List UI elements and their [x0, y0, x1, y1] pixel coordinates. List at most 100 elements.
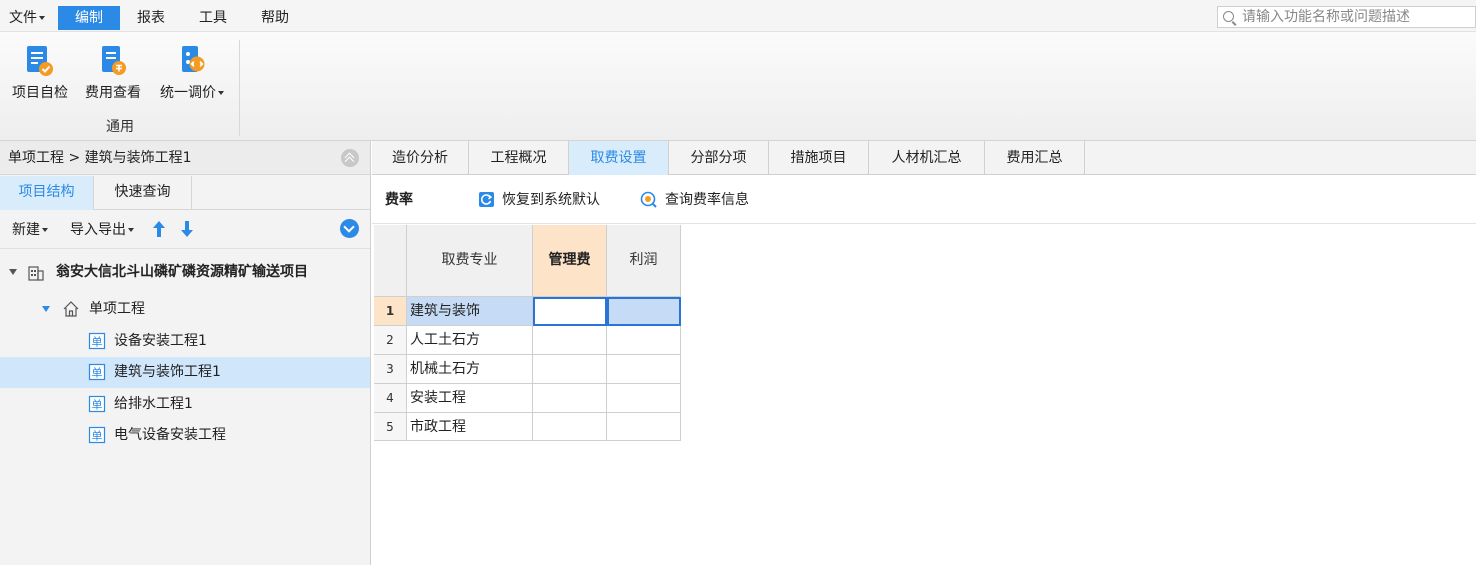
breadcrumb: 单项工程 > 建筑与装饰工程1: [0, 141, 370, 175]
row-number: 2: [374, 326, 407, 355]
search-icon: [1223, 11, 1234, 22]
menu-file[interactable]: 文件: [6, 6, 48, 30]
unit-label: 给排水工程1: [114, 396, 193, 412]
fee-view-icon: [102, 46, 126, 75]
col-header-specialty[interactable]: 取费专业: [407, 225, 533, 297]
row-number: 3: [374, 355, 407, 384]
tab-cost-summary[interactable]: 费用汇总: [985, 141, 1085, 175]
row-number: 4: [374, 384, 407, 413]
collapse-up-icon[interactable]: [341, 149, 359, 167]
import-export-label: 导入导出: [70, 222, 126, 238]
project-label: 翁安大信北斗山磷矿磷资源精矿输送项目: [56, 264, 308, 280]
row-number: 1: [374, 297, 407, 326]
menu-edit[interactable]: 编制: [58, 6, 120, 30]
table-cell-profit[interactable]: [607, 355, 681, 384]
unify-price-button[interactable]: 统一调价: [154, 44, 230, 108]
unit-project-icon: 单: [88, 363, 106, 381]
expand-icon[interactable]: [42, 306, 50, 312]
menu-file-label: 文件: [9, 10, 37, 26]
caret-down-icon: [39, 16, 45, 20]
tab-quick-query[interactable]: 快速查询: [94, 176, 192, 210]
unit-label: 电气设备安装工程: [114, 427, 226, 443]
tab-sub-items[interactable]: 分部分项: [669, 141, 769, 175]
move-down-icon[interactable]: [180, 220, 194, 238]
unit-project-icon: 单: [88, 395, 106, 413]
import-export-button[interactable]: 导入导出: [70, 221, 134, 239]
home-icon: [63, 301, 79, 317]
caret-down-icon: [128, 228, 134, 232]
restore-icon: [479, 192, 494, 207]
tab-fee-settings[interactable]: 取费设置: [569, 141, 669, 175]
tab-project-overview[interactable]: 工程概况: [469, 141, 569, 175]
svg-text:单: 单: [92, 399, 103, 412]
ribbon-group-label: 通用: [106, 119, 134, 135]
menu-report[interactable]: 报表: [130, 6, 172, 30]
query-rate-info-button[interactable]: 查询费率信息: [665, 190, 749, 210]
building-icon: [28, 266, 44, 281]
table-cell-management-fee[interactable]: [533, 297, 607, 326]
left-tabs: 项目结构 快速查询: [0, 176, 370, 210]
ribbon-group-divider: [239, 40, 240, 136]
search-input[interactable]: 请输入功能名称或问题描述: [1217, 6, 1476, 28]
unit-label: 设备安装工程1: [114, 333, 207, 349]
table-cell-specialty[interactable]: 安装工程: [407, 384, 533, 413]
query-icon: [640, 191, 657, 208]
move-up-icon[interactable]: [152, 220, 166, 238]
unit-project-icon: 单: [88, 426, 106, 444]
tree-unit-row[interactable]: 单 设备安装工程1: [0, 326, 370, 357]
table-cell-profit[interactable]: [607, 413, 681, 441]
table-cell-specialty[interactable]: 机械土石方: [407, 355, 533, 384]
svg-text:单: 单: [92, 367, 103, 380]
restore-default-button[interactable]: 恢复到系统默认: [502, 190, 600, 210]
col-header-profit[interactable]: 利润: [607, 225, 681, 297]
tab-measures[interactable]: 措施项目: [769, 141, 869, 175]
self-check-button[interactable]: 项目自检: [8, 44, 72, 108]
download-icon[interactable]: [340, 219, 359, 238]
svg-text:单: 单: [92, 430, 103, 443]
svg-text:单: 单: [92, 336, 103, 349]
tree-unit-row[interactable]: 单 给排水工程1: [0, 389, 370, 420]
tab-project-structure[interactable]: 项目结构: [0, 176, 94, 210]
table-cell-specialty[interactable]: 人工土石方: [407, 326, 533, 355]
table-cell-profit[interactable]: [607, 326, 681, 355]
row-number: 5: [374, 413, 407, 441]
table-cell-profit[interactable]: [607, 384, 681, 413]
menu-bar: 文件 编制 报表 工具 帮助 请输入功能名称或问题描述: [0, 0, 1476, 32]
fee-rate-toolbar: 费率 恢复到系统默认 查询费率信息: [372, 176, 1476, 224]
main-tabs: 造价分析 工程概况 取费设置 分部分项 措施项目 人材机汇总 费用汇总: [372, 141, 1476, 175]
caret-down-icon: [42, 228, 48, 232]
fee-rate-title: 费率: [385, 192, 413, 208]
left-toolbar: 新建 导入导出: [0, 211, 370, 249]
tree-unit-row-selected[interactable]: 单 建筑与装饰工程1: [0, 357, 370, 388]
unit-label: 建筑与装饰工程1: [114, 364, 221, 380]
tree-single-row[interactable]: 单项工程: [0, 294, 370, 325]
single-project-label: 单项工程: [89, 301, 145, 317]
checklist-icon: [27, 46, 53, 76]
ribbon: 项目自检 费用查看 统一调价 通用: [0, 32, 1476, 141]
table-cell-specialty[interactable]: 市政工程: [407, 413, 533, 441]
tree-unit-row[interactable]: 单 电气设备安装工程: [0, 420, 370, 451]
caret-down-icon: [218, 91, 224, 95]
table-cell-management-fee[interactable]: [533, 413, 607, 441]
left-panel: 单项工程 > 建筑与装饰工程1 项目结构 快速查询 新建 导入导出 翁安大信北斗…: [0, 141, 371, 565]
expand-icon[interactable]: [9, 269, 17, 275]
table-cell-management-fee[interactable]: [533, 326, 607, 355]
new-button[interactable]: 新建: [12, 221, 48, 239]
tab-labor-material-summary[interactable]: 人材机汇总: [869, 141, 985, 175]
fee-view-label: 费用查看: [85, 85, 141, 101]
table-cell-management-fee[interactable]: [533, 384, 607, 413]
table-cell-management-fee[interactable]: [533, 355, 607, 384]
breadcrumb-text: 单项工程 > 建筑与装饰工程1: [8, 150, 192, 166]
col-header-management-fee[interactable]: 管理费: [533, 225, 607, 297]
unify-price-label: 统一调价: [160, 85, 216, 101]
tree-project-row[interactable]: 翁安大信北斗山磷矿磷资源精矿输送项目: [0, 257, 370, 288]
table-cell-specialty[interactable]: 建筑与装饰: [407, 297, 533, 326]
tab-cost-analysis[interactable]: 造价分析: [372, 141, 469, 175]
fee-view-button[interactable]: 费用查看: [80, 44, 146, 108]
menu-help[interactable]: 帮助: [254, 6, 296, 30]
price-adjust-icon: [182, 46, 205, 72]
self-check-label: 项目自检: [12, 85, 68, 101]
table-cell-profit[interactable]: [607, 297, 681, 326]
unit-project-icon: 单: [88, 332, 106, 350]
menu-tools[interactable]: 工具: [192, 6, 234, 30]
